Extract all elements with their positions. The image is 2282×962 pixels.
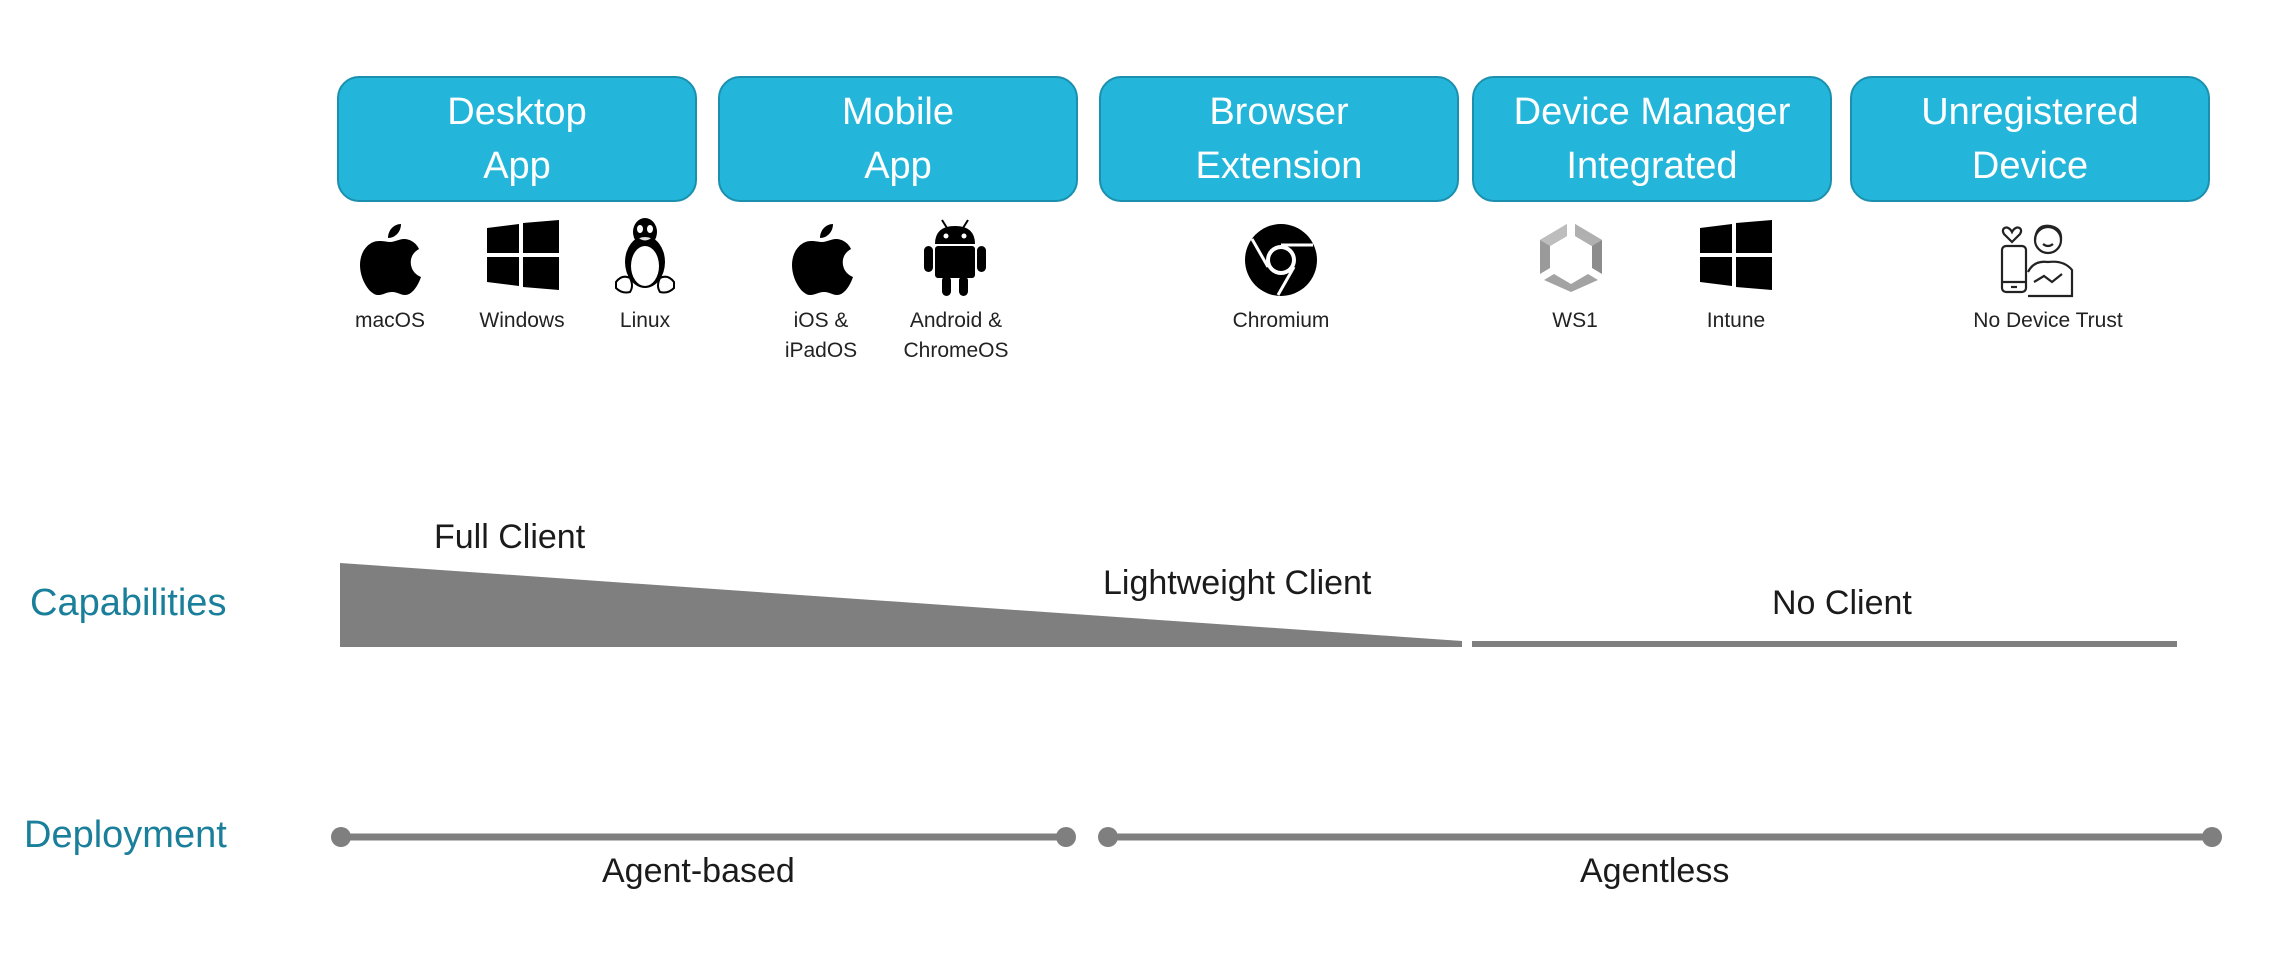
lightweight-client-label: Lightweight Client [1103, 564, 1372, 602]
no-client-label: No Client [1772, 584, 1912, 622]
agent-based-start-dot [331, 827, 351, 847]
agent-based-label: Agent-based [602, 852, 795, 890]
spectrum-diagram [331, 563, 2222, 847]
agentless-end-dot [2202, 827, 2222, 847]
agentless-start-dot [1098, 827, 1118, 847]
agent-based-end-dot [1056, 827, 1076, 847]
row-label-deployment: Deployment [24, 814, 227, 856]
no-client-bar [1472, 641, 2177, 647]
agentless-label: Agentless [1580, 852, 1730, 890]
row-label-capabilities: Capabilities [30, 582, 227, 624]
full-client-label: Full Client [434, 518, 586, 556]
